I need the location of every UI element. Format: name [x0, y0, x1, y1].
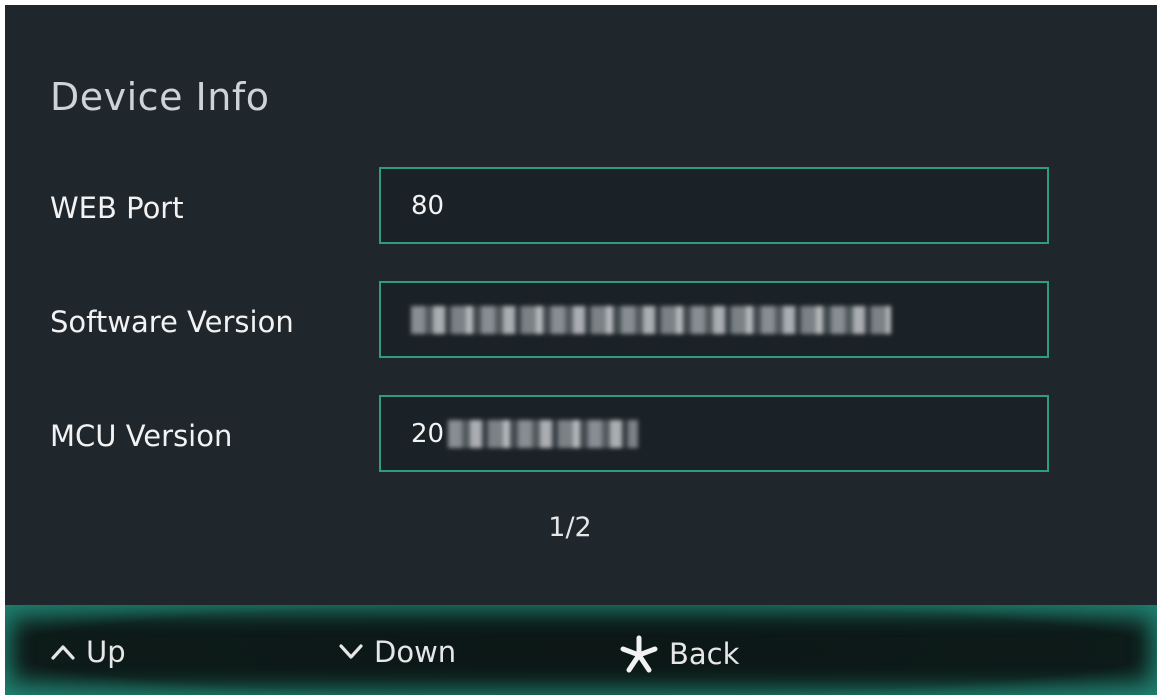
footer-bar: Up Down Back [5, 605, 1157, 695]
up-button[interactable]: Up [50, 635, 126, 669]
mcu-version-field[interactable]: 20 [379, 395, 1049, 472]
back-label: Back [669, 637, 740, 671]
redacted-block [448, 420, 639, 448]
mcu-version-label: MCU Version [50, 419, 233, 453]
redacted-block [411, 306, 891, 334]
web-port-label: WEB Port [50, 191, 184, 225]
web-port-field[interactable]: 80 [379, 167, 1049, 244]
software-version-label: Software Version [50, 305, 294, 339]
software-version-value [411, 305, 891, 335]
mcu-version-text: 20 [411, 418, 445, 449]
back-button[interactable]: Back [619, 635, 739, 673]
page-indicator: 1/2 [548, 512, 592, 543]
software-version-field[interactable] [379, 281, 1049, 358]
asterisk-icon [619, 635, 659, 673]
mcu-version-value: 20 [411, 418, 639, 449]
chevron-up-icon [50, 642, 76, 662]
chevron-down-icon [338, 642, 364, 662]
up-label: Up [86, 635, 126, 669]
device-info-screen: Device Info WEB Port 80 Software Version… [5, 5, 1157, 695]
page-title: Device Info [50, 75, 270, 119]
web-port-value: 80 [411, 190, 445, 221]
down-label: Down [374, 635, 457, 669]
down-button[interactable]: Down [338, 635, 456, 669]
